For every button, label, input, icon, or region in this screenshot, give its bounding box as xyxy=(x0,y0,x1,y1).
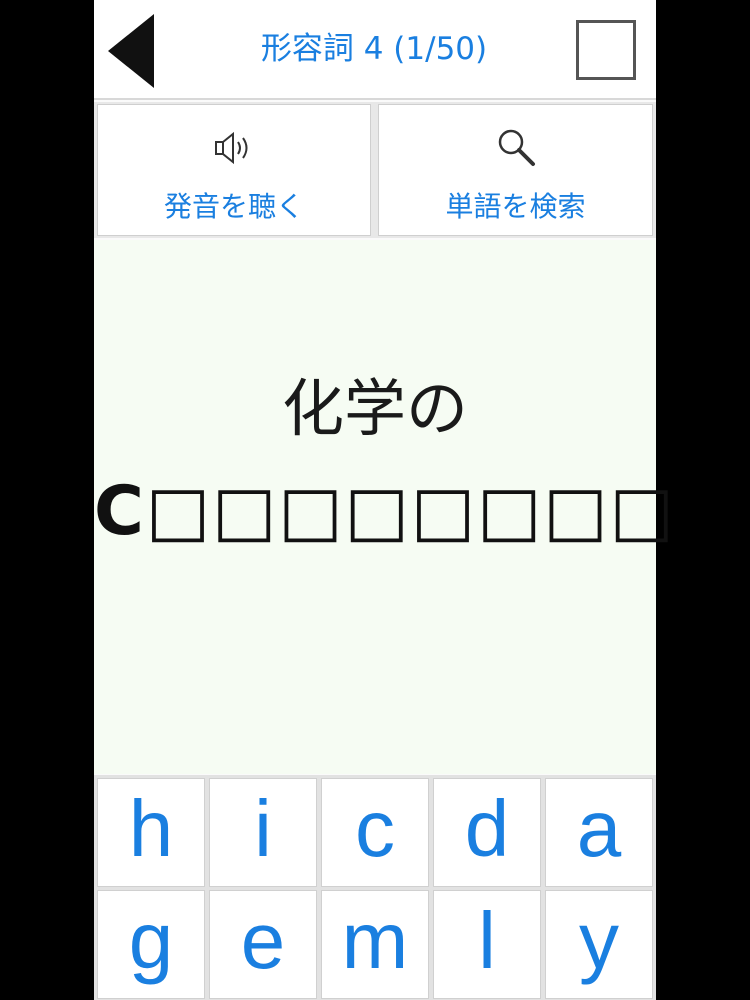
key-i[interactable]: i xyxy=(209,778,317,887)
listen-button[interactable]: 発音を聴く xyxy=(97,104,371,236)
magnifier-icon xyxy=(491,123,541,173)
bookmark-checkbox[interactable] xyxy=(576,20,636,80)
key-g[interactable]: g xyxy=(97,890,205,999)
answer-blanks: □□□□□□□□ xyxy=(145,472,676,551)
back-button[interactable] xyxy=(106,12,166,90)
search-button[interactable]: 単語を検索 xyxy=(378,104,653,236)
speaker-icon xyxy=(209,123,259,173)
key-l[interactable]: l xyxy=(433,890,541,999)
question-hint: 化学の xyxy=(281,372,468,445)
back-triangle-icon xyxy=(108,14,154,88)
question-area: 化学の C□□□□□□□□ xyxy=(94,240,674,774)
letter-keyboard: h i c d a g e m l y xyxy=(94,775,656,1000)
action-bar: 発音を聴く 単語を検索 xyxy=(94,102,656,238)
key-d[interactable]: d xyxy=(433,778,541,887)
key-y[interactable]: y xyxy=(545,890,653,999)
answer-first-letter: C xyxy=(94,472,146,551)
answer-display: C□□□□□□□□ xyxy=(94,472,674,551)
app-screen: 形容詞 4 (1/50) 発音を聴く 単語を検索 化学の C□□□□□□□□ h… xyxy=(94,0,674,1000)
key-a[interactable]: a xyxy=(545,778,653,887)
search-label: 単語を検索 xyxy=(445,190,586,223)
key-m[interactable]: m xyxy=(321,890,429,999)
key-e[interactable]: e xyxy=(209,890,317,999)
key-c[interactable]: c xyxy=(321,778,429,887)
key-h[interactable]: h xyxy=(97,778,205,887)
listen-label: 発音を聴く xyxy=(163,190,304,223)
header-bar: 形容詞 4 (1/50) xyxy=(94,0,656,100)
page-title: 形容詞 4 (1/50) xyxy=(260,31,488,67)
